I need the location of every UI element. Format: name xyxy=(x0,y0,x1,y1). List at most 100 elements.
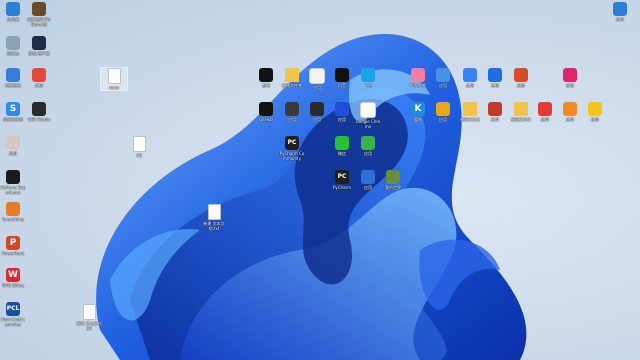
desktop-icon-label: 应用 xyxy=(491,83,499,88)
desktop-icon-file-d[interactable]: 新建 文本文档(2) xyxy=(76,304,102,331)
pcl-launcher-icon: PCL xyxy=(6,302,20,316)
desktop-icon-feishu[interactable]: 飞书 xyxy=(355,68,381,88)
sogou-browser-icon: S xyxy=(6,102,20,116)
desktop-icon-game-launcher[interactable]: 游戏 客户端 xyxy=(26,36,52,56)
desktop-icon-label: 应用 xyxy=(364,185,372,190)
desktop-icon-app-yellow2[interactable]: 应用 xyxy=(582,102,608,122)
desktop-icon-game-shortcut[interactable]: 英雄联盟 WeGame版 xyxy=(26,2,52,27)
desktop-icon-file-a[interactable]: aaaa xyxy=(100,67,128,91)
desktop-icon-app-dark[interactable]: 应用 xyxy=(304,102,330,122)
desktop-icon-app-swirl[interactable]: 应用 xyxy=(457,68,483,88)
desktop-icon-wechat[interactable]: 微信 xyxy=(329,136,355,156)
desktop-icon-app-people[interactable]: 应用 xyxy=(355,170,381,190)
desktop-icon-app-red2[interactable]: 应用 xyxy=(532,102,558,122)
desktop-icon-capcut[interactable]: 剪映 xyxy=(253,68,279,88)
desktop-icon-label: PowerPoint xyxy=(1,251,25,256)
desktop-icon-nvidia[interactable]: GeForce Experience xyxy=(0,170,26,195)
desktop-icon-app-pen[interactable]: 应用 xyxy=(482,68,508,88)
desktop-icon-tiktok[interactable]: 抖音 xyxy=(329,68,355,88)
desktop-icon-label: 应用 xyxy=(491,117,499,122)
desktop-icon-label: 新建文件夹 xyxy=(460,117,480,122)
desktop-icon-label: PyCharm Community xyxy=(279,151,305,161)
desktop-icon-chrome[interactable]: Google Chrome xyxy=(355,102,381,129)
desktop-icon-file-b[interactable]: AB xyxy=(126,136,152,158)
desktop-icon-label: 此电脑 xyxy=(7,17,19,22)
desktop-icon-browser-s[interactable]: S 搜狗浏览器 xyxy=(0,102,26,122)
desktop-icon-avatar-app[interactable]: 应用 xyxy=(0,136,26,156)
monitor-icon xyxy=(6,2,20,16)
brush-app-icon xyxy=(285,102,299,116)
circle-app-icon xyxy=(335,102,349,116)
folder-icon xyxy=(514,102,528,116)
desktop-icon-label: 搜狗浏览器 xyxy=(3,117,23,122)
desktop-icon-label: 新建 文本文档(2) xyxy=(76,321,102,331)
desktop-icon-pycharm-1[interactable]: PC PyCharm Community xyxy=(279,136,305,161)
desktop-icon-app-orange[interactable]: 应用 xyxy=(508,68,534,88)
desktop-icon-label: 哔哩哔哩 xyxy=(410,83,426,88)
desktop-icon-office-p[interactable]: P PowerPoint xyxy=(0,236,26,256)
desktop-icon-label: 应用 xyxy=(35,83,43,88)
desktop-icon-label: PyCharm xyxy=(332,185,352,190)
desktop-icon-label: AB xyxy=(136,153,142,158)
desktop-icon-label: 应用 xyxy=(616,17,624,22)
desktop-icon-file-c[interactable]: 新建 文本文档.txt xyxy=(201,204,227,231)
desktop-icon-app-brush[interactable]: 应用 xyxy=(279,102,305,122)
desktop-icon-github[interactable]: GitHub xyxy=(253,102,279,122)
wps-office-icon: W xyxy=(6,268,20,282)
desktop-icon-label: 应用 xyxy=(338,117,346,122)
obs-studio-icon xyxy=(32,102,46,116)
desktop-icon-label: 新建文件夹 xyxy=(282,83,302,88)
desktop-icon-control-panel[interactable]: 控制面板 xyxy=(0,68,26,88)
desktop-icon-folder-1[interactable]: 新建文件夹 xyxy=(279,68,305,88)
desktop-icon-recycle-bin[interactable]: 回收站 xyxy=(0,36,26,56)
desktop-icon-pycharm-2[interactable]: PC PyCharm xyxy=(329,170,355,190)
wechat-icon xyxy=(335,136,349,150)
text-file-icon xyxy=(132,136,146,152)
desktop-icon-app-topright[interactable]: 应用 xyxy=(607,2,633,22)
pen-app-icon xyxy=(488,68,502,82)
text-file-icon xyxy=(207,204,221,220)
desktop-icon-pcl[interactable]: PCL Plain Craft Launcher xyxy=(0,302,26,327)
desktop-icon-label: 飞书 xyxy=(364,83,372,88)
kugou-icon: K xyxy=(411,102,425,116)
desktop-icon-everything[interactable]: Everything xyxy=(0,202,26,222)
desktop-icon-app-magenta[interactable]: 应用 xyxy=(557,68,583,88)
people-app-icon xyxy=(361,170,375,184)
text-file-icon xyxy=(107,68,121,84)
orange-app-icon xyxy=(563,102,577,116)
dark-app-icon xyxy=(310,102,324,116)
folder-icon xyxy=(285,68,299,82)
desktop-icon-app-green[interactable]: 应用 xyxy=(355,136,381,156)
desktop-icon-app-red[interactable]: 应用 xyxy=(26,68,52,88)
desktop-icon-label: 抖音 xyxy=(338,83,346,88)
nvidia-icon xyxy=(6,170,20,184)
pycharm-icon: PC xyxy=(335,170,349,184)
game-character-icon xyxy=(32,2,46,16)
desktop-icon-label: 我的世界 xyxy=(385,185,401,190)
desktop-icon-app-colorful[interactable]: 应用 xyxy=(304,68,330,90)
desktop-icon-app-orange2[interactable]: 应用 xyxy=(557,102,583,122)
desktop-icon-kugou[interactable]: K 酷狗 xyxy=(405,102,431,122)
desktop-icon-app-pink[interactable]: 哔哩哔哩 xyxy=(405,68,431,88)
desktop-icon-label: 应用 xyxy=(566,83,574,88)
grid-app-icon xyxy=(488,102,502,116)
desktop-icon-label: Plain Craft Launcher xyxy=(0,317,26,327)
desktop-icon-label: GitHub xyxy=(259,117,273,122)
desktop-icon-folder-2[interactable]: 新建文件夹 xyxy=(457,102,483,122)
desktop-icon-folder-3[interactable]: 新建文件夹 xyxy=(508,102,534,122)
desktop-icon-obs[interactable]: OBS Studio xyxy=(26,102,52,122)
desktop-icon-app-grid[interactable]: 应用 xyxy=(482,102,508,122)
desktop[interactable]: 此电脑 英雄联盟 WeGame版 回收站 游戏 客户端 控制面板 应用 S 搜狗浏览器 OBS … xyxy=(0,0,640,360)
chrome-icon xyxy=(360,102,376,118)
desktop-icon-wps[interactable]: W WPS Office xyxy=(0,268,26,288)
desktop-icon-minecraft[interactable]: 我的世界 xyxy=(380,170,406,190)
desktop-icon-app-yellow[interactable]: 应用 xyxy=(430,102,456,122)
desktop-icon-steam-like[interactable]: 应用 xyxy=(329,102,355,122)
desktop-icon-label: 酷狗 xyxy=(414,117,422,122)
game-launcher-icon xyxy=(32,36,46,50)
bird-app-icon xyxy=(361,68,375,82)
desktop-icon-app-blue[interactable]: 应用 xyxy=(430,68,456,88)
desktop-icon-this-pc[interactable]: 此电脑 xyxy=(0,2,26,22)
desktop-icon-label: aaaa xyxy=(109,85,119,90)
colorful-app-icon xyxy=(309,68,325,84)
